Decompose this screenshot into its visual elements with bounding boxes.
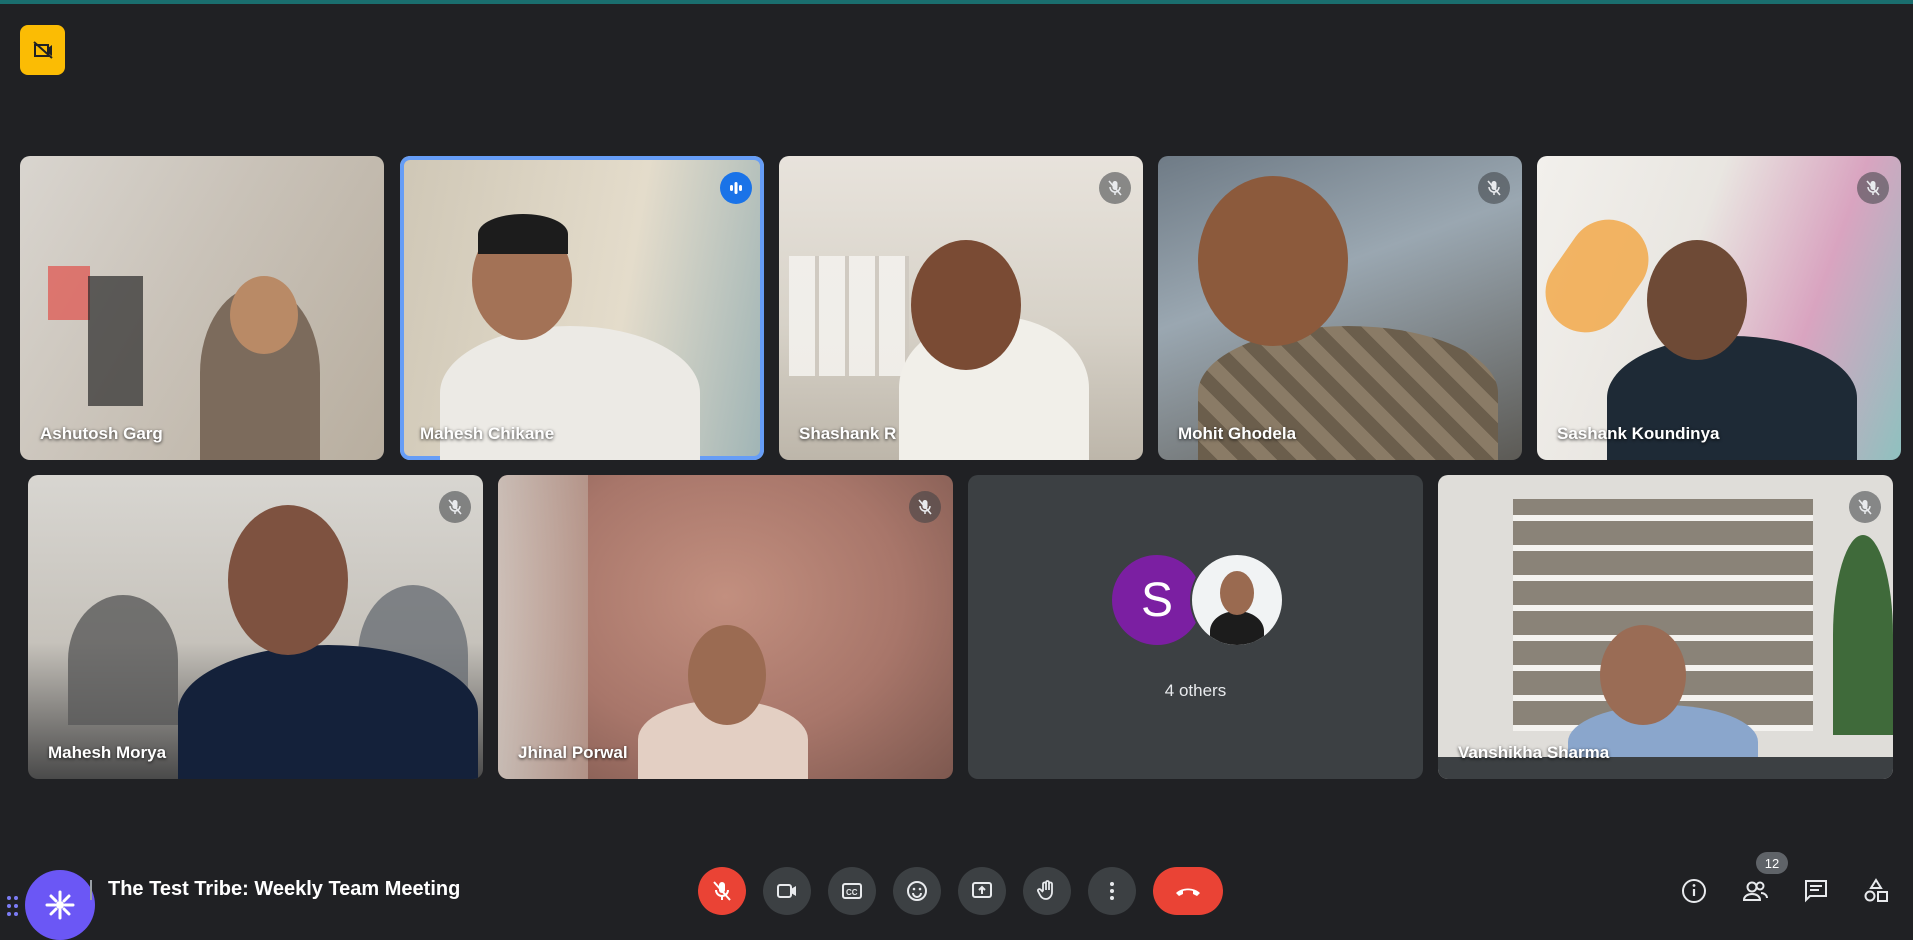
wall-art [1537, 203, 1665, 349]
person-face [688, 625, 766, 725]
person-face [230, 276, 298, 354]
chat-icon [1805, 880, 1827, 903]
present-screen-button[interactable] [958, 867, 1006, 915]
camera-toggle-button[interactable] [763, 867, 811, 915]
participant-name: Jhinal Porwal [518, 743, 628, 762]
participant-name: Shashank R [799, 424, 897, 443]
more-options-button[interactable] [1088, 867, 1136, 915]
captions-button[interactable]: CC [828, 867, 876, 915]
person-hair [478, 214, 568, 254]
reactions-button[interactable] [893, 867, 941, 915]
bottom-control-bar: The Test Tribe: Weekly Team Meeting CC 1… [0, 850, 1913, 940]
mic-off-icon [713, 881, 731, 901]
person-face [228, 505, 348, 655]
companion-launcher-button[interactable] [25, 870, 95, 940]
participant-name: Mahesh Morya [48, 743, 167, 762]
participant-name: Sashank Koundinya [1557, 424, 1720, 443]
info-icon [1682, 879, 1706, 903]
participant-name: Mahesh Chikane [420, 424, 555, 443]
speaking-indicator-icon [720, 172, 752, 204]
people-icon [1742, 881, 1768, 901]
participant-tile-speaking[interactable]: Mahesh Chikane [400, 156, 764, 460]
activities-button[interactable] [1855, 870, 1897, 912]
drag-handle-icon[interactable] [6, 895, 20, 917]
mic-off-icon [439, 491, 471, 523]
meeting-title: The Test Tribe: Weekly Team Meeting [108, 878, 461, 900]
hand-icon [1037, 880, 1053, 900]
wall-edge [498, 475, 588, 779]
person-face [1600, 625, 1686, 725]
plant [1833, 535, 1893, 735]
mic-off-icon [1857, 172, 1889, 204]
camera-off-alert-icon[interactable] [20, 25, 65, 75]
participant-name: Mohit Ghodela [1178, 424, 1297, 443]
mic-off-icon [1849, 491, 1881, 523]
wall-posters [88, 276, 143, 406]
top-accent-line [0, 0, 1913, 4]
emoji-icon [907, 881, 927, 901]
person-face [911, 240, 1021, 370]
participant-tile[interactable]: Sashank Koundinya [1537, 156, 1901, 460]
wall-sticky-notes [48, 266, 90, 320]
mic-off-icon [1099, 172, 1131, 204]
others-avatar-group: S [1110, 553, 1284, 647]
avatar-photo [1190, 553, 1284, 647]
others-count-label: 4 others [1164, 681, 1227, 700]
background-person [68, 595, 178, 725]
others-tile[interactable]: S 4 others [968, 475, 1423, 779]
participant-tile[interactable]: Mahesh Morya [28, 475, 483, 779]
meeting-details-button[interactable] [1673, 870, 1715, 912]
title-divider [90, 880, 92, 900]
microphone-toggle-button[interactable] [698, 867, 746, 915]
participant-name: Ashutosh Garg [40, 424, 163, 443]
raise-hand-button[interactable] [1023, 867, 1071, 915]
participant-tile[interactable]: Shashank R [779, 156, 1143, 460]
wall-frames [789, 256, 909, 376]
people-button[interactable] [1734, 870, 1776, 912]
participant-tile[interactable]: Vanshikha Sharma [1438, 475, 1893, 779]
person-face [1198, 176, 1348, 346]
call-end-icon [1176, 888, 1200, 896]
chat-button[interactable] [1795, 870, 1837, 912]
shapes-icon [1864, 878, 1888, 902]
mic-off-icon [909, 491, 941, 523]
mic-off-icon [1478, 172, 1510, 204]
leave-call-button[interactable] [1153, 867, 1223, 915]
participant-name: Vanshikha Sharma [1458, 743, 1610, 762]
person-face [1647, 240, 1747, 360]
present-screen-icon [972, 882, 992, 898]
participant-tile[interactable]: Ashutosh Garg [20, 156, 384, 460]
videocam-icon [777, 884, 796, 898]
more-vert-icon [1110, 882, 1114, 900]
participant-tile[interactable]: Jhinal Porwal [498, 475, 953, 779]
svg-text:CC: CC [846, 888, 858, 897]
closed-caption-icon: CC [842, 883, 862, 899]
person-silhouette [178, 645, 478, 779]
sparkle-icon [45, 890, 75, 920]
participant-tile[interactable]: Mohit Ghodela [1158, 156, 1522, 460]
